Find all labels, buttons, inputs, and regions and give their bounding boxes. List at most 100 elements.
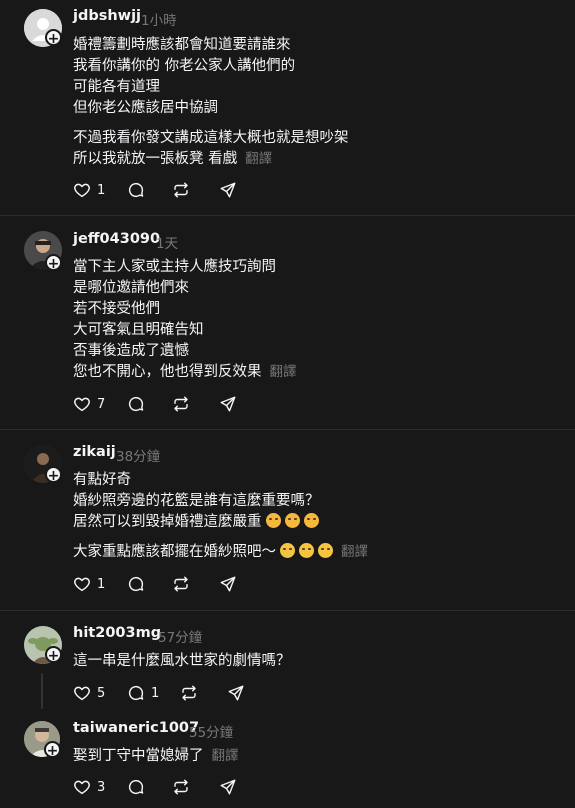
pensive-emoji-icon — [265, 513, 281, 528]
comment-item: + zikaij 38分鐘 有點好奇 婚紗照旁邊的花籃是誰有這麼重要嗎？ 居然可… — [0, 430, 575, 610]
thread-connector-line — [41, 673, 43, 709]
comment-text-line: 您也不開心，他也得到反效果 翻譯 — [73, 360, 297, 381]
share-button[interactable] — [219, 180, 237, 200]
comment-text-line: 若不接受他們 — [73, 301, 160, 317]
smile-emoji-icon — [318, 543, 333, 558]
like-button[interactable]: 5 — [73, 683, 105, 703]
comment-icon — [128, 685, 144, 701]
repost-button[interactable] — [180, 683, 198, 703]
like-count: 5 — [97, 685, 106, 701]
repost-icon — [174, 576, 188, 592]
comment-text: 居然可以到毀掉婚禮這麼嚴重 — [73, 514, 262, 530]
repost-button[interactable] — [172, 574, 190, 594]
timestamp: 57分鐘 — [158, 630, 203, 646]
send-icon — [220, 182, 236, 198]
share-button[interactable] — [227, 683, 245, 703]
send-icon — [220, 396, 236, 412]
comment-text-line: 大可客氣且明確告知 — [73, 322, 204, 338]
comment-text-line: 當下主人家或主持人應技巧詢問 — [73, 259, 276, 275]
repost-button[interactable] — [172, 180, 190, 200]
comment-text-line: 這一串是什麼風水世家的劇情嗎？ — [73, 653, 291, 669]
repost-icon — [174, 779, 188, 795]
comment-text-line: 所以我就放一張板凳 看戲 翻譯 — [73, 147, 272, 168]
comment-text-line: 是哪位邀請他們來 — [73, 280, 189, 296]
comment-text-line: 大家重點應該都擺在婚紗照吧～ 翻譯 — [73, 540, 368, 561]
username[interactable]: jeff043090 — [73, 231, 160, 247]
comment-text-line: 可能各有道理 — [73, 79, 160, 95]
like-button[interactable]: 7 — [73, 394, 105, 414]
comment-text-line: 婚禮籌劃時應該都會知道要請誰來 — [73, 37, 291, 53]
reply-button[interactable] — [127, 394, 145, 414]
comment-icon — [128, 396, 144, 412]
share-button[interactable] — [219, 777, 237, 797]
follow-plus-icon[interactable]: + — [45, 466, 62, 484]
comment-text-line: 但你老公應該居中協調 — [73, 100, 218, 116]
follow-plus-icon[interactable]: + — [45, 29, 62, 47]
comment-feed: + jdbshwjj 1小時 婚禮籌劃時應該都會知道要請誰來 我看你講你的 你老… — [0, 0, 575, 808]
comment-text-line: 不過我看你發文講成這樣大概也就是想吵架 — [73, 130, 349, 146]
smile-emoji-icon — [299, 543, 314, 558]
repost-icon — [174, 396, 188, 412]
comment-text: 大家重點應該都擺在婚紗照吧～ — [73, 544, 276, 560]
comment-item: + jeff043090 1天 當下主人家或主持人應技巧詢問 是哪位邀請他們來 … — [0, 216, 575, 429]
reply-button[interactable] — [127, 777, 145, 797]
follow-plus-icon[interactable]: + — [44, 741, 61, 759]
timestamp: 55分鐘 — [189, 725, 234, 741]
comment-item: + jdbshwjj 1小時 婚禮籌劃時應該都會知道要請誰來 我看你講你的 你老… — [0, 0, 575, 215]
username[interactable]: taiwaneric1007 — [73, 720, 199, 736]
repost-button[interactable] — [172, 394, 190, 414]
heart-icon — [74, 183, 90, 198]
share-button[interactable] — [219, 394, 237, 414]
translate-link[interactable]: 翻譯 — [245, 151, 272, 167]
comment-text-line: 有點好奇 — [73, 472, 131, 488]
reply-count: 1 — [151, 685, 160, 701]
reply-button[interactable] — [127, 180, 145, 200]
translate-link[interactable]: 翻譯 — [341, 544, 368, 560]
pensive-emoji-icon — [284, 513, 300, 528]
like-count: 7 — [97, 396, 106, 412]
repost-icon — [182, 685, 196, 701]
timestamp: 1小時 — [141, 13, 177, 29]
like-count: 1 — [97, 576, 106, 592]
heart-icon — [74, 686, 90, 701]
comment-text: 所以我就放一張板凳 看戲 — [73, 151, 238, 167]
reply-button[interactable]: 1 — [127, 683, 159, 703]
username[interactable]: hit2003mg — [73, 625, 161, 641]
heart-icon — [74, 397, 90, 412]
comment-icon — [128, 182, 144, 198]
like-count: 3 — [97, 779, 106, 795]
comment-text-line: 否事後造成了遺憾 — [73, 343, 189, 359]
reply-item: + taiwaneric1007 55分鐘 娶到丁守中當媳婦了 翻譯 3 — [0, 710, 575, 808]
follow-plus-icon[interactable]: + — [45, 646, 62, 664]
username[interactable]: jdbshwjj — [73, 8, 141, 24]
share-button[interactable] — [219, 574, 237, 594]
repost-button[interactable] — [172, 777, 190, 797]
heart-icon — [74, 780, 90, 795]
send-icon — [228, 685, 244, 701]
comment-text-line: 娶到丁守中當媳婦了 翻譯 — [73, 744, 239, 765]
smile-emoji-icon — [280, 543, 295, 558]
timestamp: 1天 — [156, 236, 179, 252]
comment-icon — [128, 779, 144, 795]
username[interactable]: zikaij — [73, 444, 116, 460]
repost-icon — [174, 182, 188, 198]
pensive-emoji-icon — [303, 513, 319, 528]
comment-text-line: 我看你講你的 你老公家人講他們的 — [73, 58, 296, 74]
comment-text-line: 婚紗照旁邊的花籃是誰有這麼重要嗎？ — [73, 493, 320, 509]
comment-text: 娶到丁守中當媳婦了 — [73, 748, 204, 764]
reply-button[interactable] — [127, 574, 145, 594]
heart-icon — [74, 577, 90, 592]
like-button[interactable]: 3 — [73, 777, 105, 797]
timestamp: 38分鐘 — [116, 449, 161, 465]
comment-text-line: 居然可以到毀掉婚禮這麼嚴重 — [73, 510, 319, 531]
send-icon — [220, 779, 236, 795]
follow-plus-icon[interactable]: + — [45, 254, 62, 272]
comment-item: + hit2003mg 57分鐘 這一串是什麼風水世家的劇情嗎？ 5 1 — [0, 611, 575, 709]
translate-link[interactable]: 翻譯 — [270, 364, 297, 380]
like-button[interactable]: 1 — [73, 574, 105, 594]
like-button[interactable]: 1 — [73, 180, 105, 200]
comment-text: 您也不開心，他也得到反效果 — [73, 364, 262, 380]
send-icon — [220, 576, 236, 592]
comment-icon — [128, 576, 144, 592]
translate-link[interactable]: 翻譯 — [212, 748, 239, 764]
